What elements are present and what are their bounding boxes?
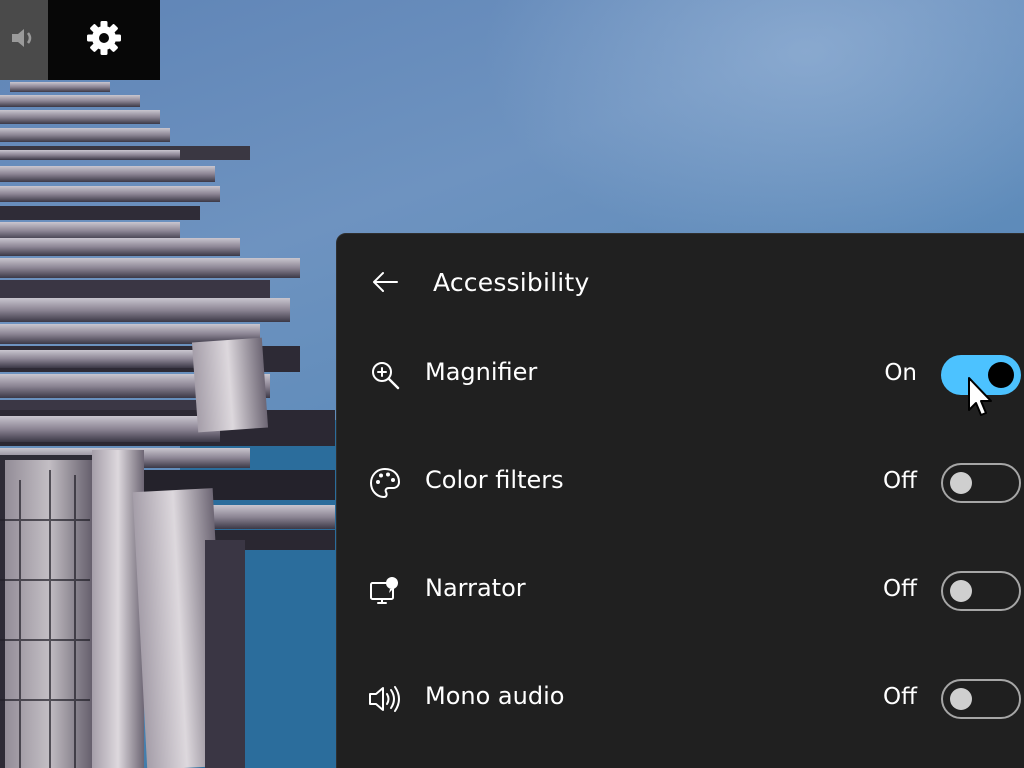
- quick-tray: [0, 0, 160, 80]
- mono-audio-icon: [365, 681, 405, 717]
- panel-title: Accessibility: [433, 268, 590, 297]
- narrator-row[interactable]: Narrator Off: [337, 559, 1024, 623]
- magnifier-row[interactable]: Magnifier On: [337, 343, 1024, 407]
- narrator-label: Narrator: [425, 574, 526, 602]
- mono-audio-row[interactable]: Mono audio Off: [337, 667, 1024, 731]
- magnifier-toggle[interactable]: [941, 355, 1021, 395]
- panel-header: Accessibility: [337, 256, 1024, 312]
- palette-icon: [365, 465, 405, 501]
- volume-icon: [10, 24, 38, 56]
- pier-wallpaper: [0, 82, 340, 768]
- arrow-left-icon: [371, 270, 399, 298]
- wallpaper-glow: [480, 0, 1024, 260]
- color-filters-label: Color filters: [425, 466, 564, 494]
- magnifier-icon: [365, 357, 405, 393]
- mono-audio-toggle[interactable]: [941, 679, 1021, 719]
- settings-button[interactable]: [48, 0, 160, 80]
- narrator-state: Off: [883, 576, 917, 602]
- mono-audio-state: Off: [883, 684, 917, 710]
- magnifier-state: On: [884, 360, 917, 386]
- narrator-toggle[interactable]: [941, 571, 1021, 611]
- accessibility-panel: Accessibility Magnifier On Color filters…: [336, 233, 1024, 768]
- toggle-knob: [950, 688, 972, 710]
- gear-icon: [84, 18, 124, 62]
- desktop: Accessibility Magnifier On Color filters…: [0, 0, 1024, 768]
- color-filters-row[interactable]: Color filters Off: [337, 451, 1024, 515]
- color-filters-toggle[interactable]: [941, 463, 1021, 503]
- toggle-knob: [950, 580, 972, 602]
- back-button[interactable]: [361, 262, 409, 306]
- magnifier-label: Magnifier: [425, 358, 538, 386]
- color-filters-state: Off: [883, 468, 917, 494]
- volume-button[interactable]: [0, 0, 52, 80]
- toggle-knob: [988, 362, 1014, 388]
- toggle-knob: [950, 472, 972, 494]
- mono-audio-label: Mono audio: [425, 682, 565, 710]
- narrator-icon: [365, 573, 405, 609]
